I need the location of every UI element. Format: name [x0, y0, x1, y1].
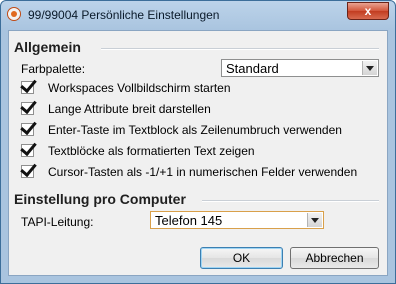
- cancel-button[interactable]: Abbrechen: [290, 247, 379, 269]
- tapi-label: TAPI-Leitung:: [21, 215, 94, 229]
- checkbox[interactable]: [20, 75, 37, 94]
- close-icon: x: [364, 4, 372, 18]
- checkbox[interactable]: [20, 138, 37, 157]
- option-label: Cursor-Tasten als -1/+1 in numerischen F…: [48, 165, 358, 179]
- palette-select[interactable]: Standard: [221, 59, 379, 77]
- section-heading-computer: Einstellung pro Computer: [14, 191, 186, 207]
- section-divider: [101, 48, 379, 50]
- palette-label: Farbpalette:: [21, 62, 86, 76]
- close-button[interactable]: x: [347, 2, 389, 20]
- section-divider: [202, 200, 379, 202]
- checkmark-icon: [20, 159, 37, 178]
- checkbox[interactable]: [20, 96, 37, 115]
- checkmark-icon: [20, 96, 37, 115]
- option-label: Textblöcke als formatierten Text zeigen: [48, 144, 255, 158]
- tapi-value: Telefon 145: [155, 213, 223, 228]
- chevron-down-icon[interactable]: [362, 61, 377, 75]
- app-icon: [7, 7, 21, 21]
- checkmark-icon: [20, 117, 37, 136]
- section-heading-general: Allgemein: [14, 39, 81, 55]
- chevron-down-icon[interactable]: [307, 213, 322, 227]
- checkbox[interactable]: [20, 159, 37, 178]
- option-label: Enter-Taste im Textblock als Zeilenumbru…: [48, 123, 342, 137]
- window-title: 99/99004 Persönliche Einstellungen: [28, 8, 220, 22]
- option-label: Workspaces Vollbildschirm starten: [48, 81, 231, 95]
- option-label: Lange Attribute breit darstellen: [48, 102, 211, 116]
- checkmark-icon: [20, 138, 37, 157]
- tapi-select[interactable]: Telefon 145: [150, 211, 324, 229]
- ok-button[interactable]: OK: [200, 247, 283, 269]
- checkmark-icon: [20, 75, 37, 94]
- title-bar[interactable]: 99/99004 Persönliche Einstellungen x: [1, 1, 395, 29]
- settings-dialog: 99/99004 Persönliche Einstellungen x All…: [0, 0, 396, 284]
- dialog-content: Allgemein Farbpalette: Standard Workspac…: [8, 30, 388, 276]
- palette-value: Standard: [226, 61, 279, 76]
- checkbox[interactable]: [20, 117, 37, 136]
